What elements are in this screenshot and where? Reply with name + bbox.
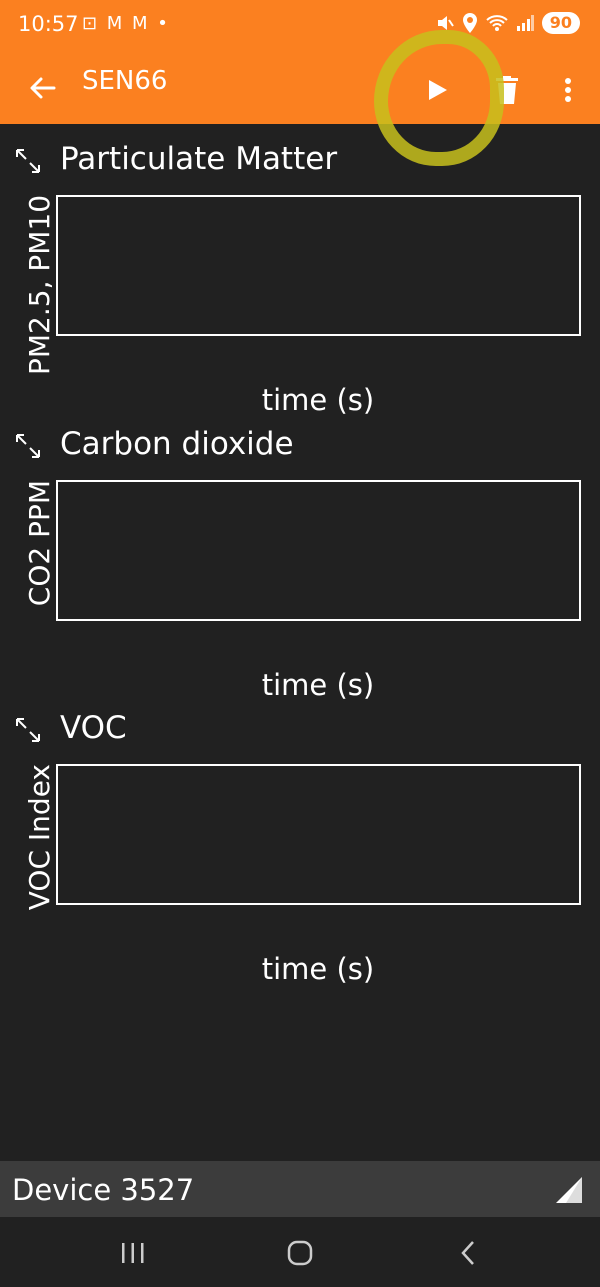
wifi-icon [486, 15, 508, 31]
chart-section-co2: Carbon dioxide CO2 PPM time (s) [0, 412, 600, 702]
delete-button[interactable] [487, 68, 527, 112]
chart-title: VOC [60, 710, 127, 746]
notification-icons: ⊡ M M • [82, 13, 170, 34]
chart-section-voc: VOC VOC Index time (s) [0, 696, 600, 986]
chart-title: Particulate Matter [60, 141, 338, 177]
chart-plot-area[interactable] [56, 480, 581, 621]
trash-icon [496, 76, 518, 104]
y-axis-label: CO2 PPM [23, 480, 56, 607]
play-button[interactable] [415, 68, 459, 112]
device-name: Device 3527 [12, 1173, 195, 1207]
y-axis-label-wrap: VOC Index [22, 764, 58, 944]
play-icon [429, 80, 447, 100]
page-title: SEN66 [82, 66, 168, 96]
chart-plot-area[interactable] [56, 764, 581, 905]
chevron-left-icon [461, 1241, 474, 1265]
back-nav-button[interactable] [448, 1235, 488, 1271]
home-button[interactable] [280, 1235, 320, 1271]
x-axis-label: time (s) [261, 952, 375, 986]
battery-indicator: 90 [541, 12, 580, 34]
y-axis-label: PM2.5, PM10 [23, 195, 56, 375]
recents-button[interactable] [113, 1235, 153, 1271]
more-vert-icon [565, 78, 571, 102]
overflow-menu-button[interactable] [550, 68, 586, 112]
chart-section-particulate: Particulate Matter PM2.5, PM10 time (s) [0, 127, 600, 417]
arrow-left-icon [30, 77, 56, 99]
location-icon [462, 13, 477, 33]
expand-icon[interactable] [14, 432, 42, 460]
app-header: 10:57 ⊡ M M • 90 SEN66 [0, 0, 600, 166]
home-icon [287, 1240, 313, 1266]
expand-icon[interactable] [14, 716, 42, 744]
mute-icon [437, 16, 454, 30]
signal-icon [556, 1177, 582, 1203]
system-nav-bar [0, 1217, 600, 1287]
y-axis-label-wrap: CO2 PPM [22, 480, 58, 660]
recents-icon [122, 1243, 144, 1263]
expand-icon[interactable] [14, 147, 42, 175]
chart-plot-area[interactable] [56, 195, 581, 336]
y-axis-label-wrap: PM2.5, PM10 [22, 195, 58, 375]
back-button[interactable] [22, 68, 62, 108]
cell-signal-icon [516, 15, 534, 31]
status-icons: 90 [436, 12, 580, 34]
chart-title: Carbon dioxide [60, 426, 294, 462]
y-axis-label: VOC Index [23, 764, 56, 911]
device-bar[interactable]: Device 3527 [0, 1161, 600, 1217]
status-time: 10:57 [18, 12, 79, 36]
